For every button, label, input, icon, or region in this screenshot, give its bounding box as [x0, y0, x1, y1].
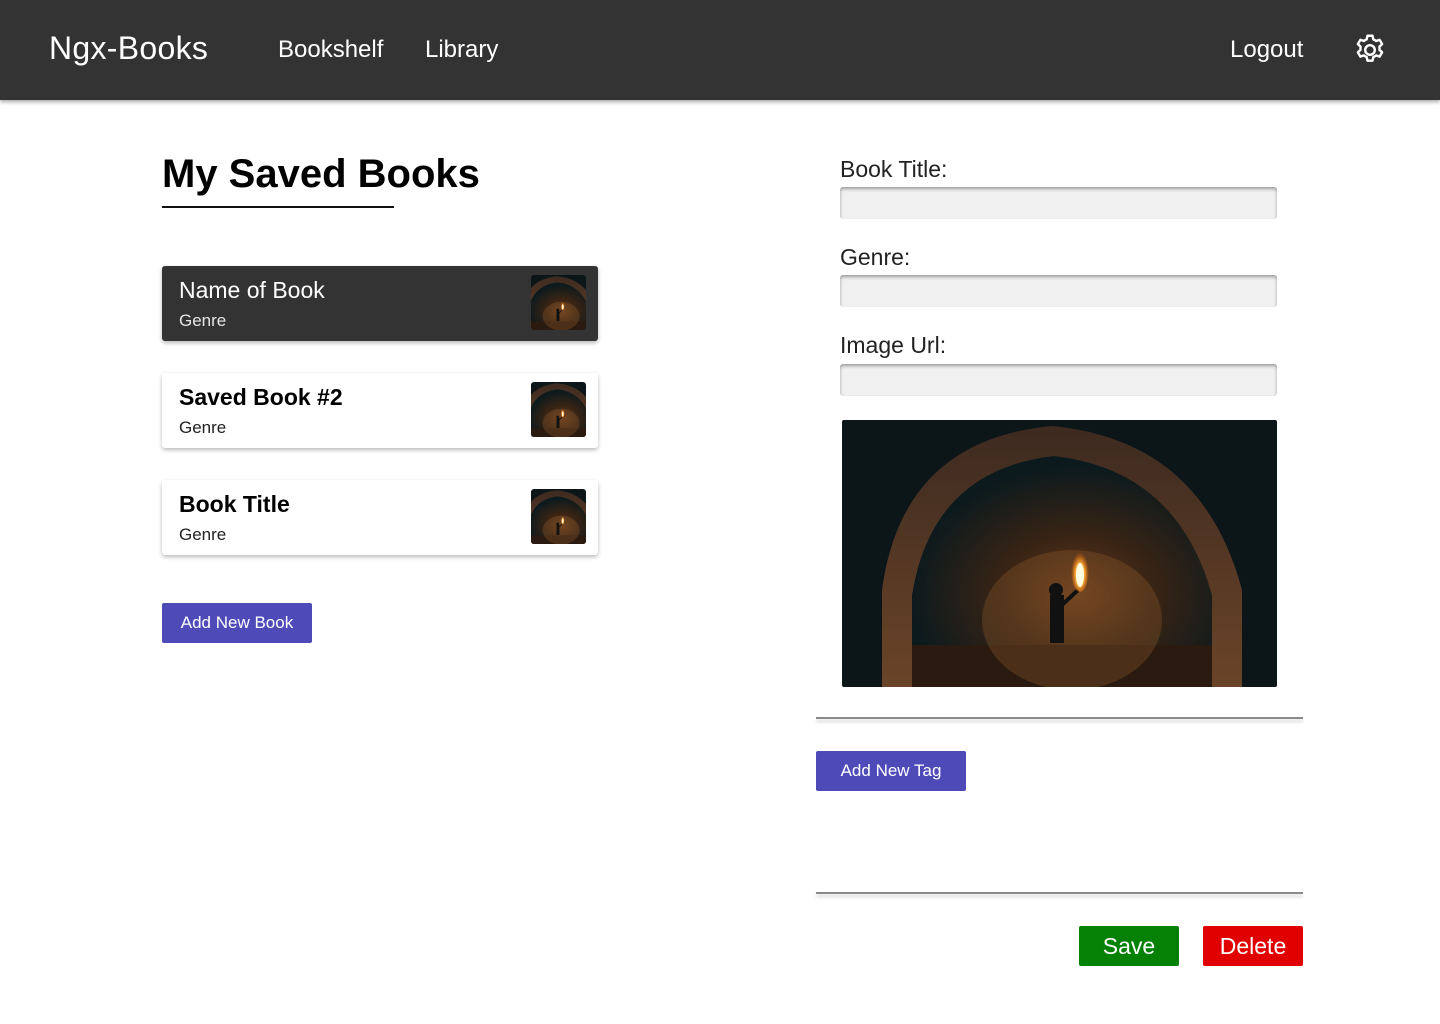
nav-link-bookshelf[interactable]: Bookshelf — [278, 36, 383, 64]
image-url-label: Image Url: — [840, 332, 947, 358]
book-name: Saved Book #2 — [179, 384, 343, 410]
book-thumbnail — [531, 275, 586, 330]
gear-icon[interactable] — [1352, 32, 1388, 68]
book-title-label: Book Title: — [840, 156, 948, 182]
book-name: Book Title — [179, 491, 290, 517]
book-genre: Genre — [179, 418, 227, 437]
nav-link-library[interactable]: Library — [425, 36, 498, 64]
save-button[interactable]: Save — [1079, 926, 1179, 966]
genre-input[interactable] — [840, 275, 1277, 307]
divider-bottom — [816, 892, 1303, 894]
title-underline — [162, 206, 394, 208]
book-card-1[interactable]: Name of Book Genre — [162, 266, 598, 341]
book-thumbnail — [531, 382, 586, 437]
app-brand[interactable]: Ngx-Books — [49, 30, 208, 67]
book-cover-preview — [842, 420, 1277, 687]
add-new-tag-button[interactable]: Add New Tag — [816, 751, 966, 791]
book-name: Name of Book — [179, 277, 325, 303]
book-card-2[interactable]: Saved Book #2 Genre — [162, 373, 598, 448]
nav-link-logout[interactable]: Logout — [1230, 36, 1303, 64]
book-title-input[interactable] — [840, 187, 1277, 219]
top-navbar: Ngx-Books Bookshelf Library Logout — [0, 0, 1440, 100]
divider-top — [816, 717, 1303, 719]
book-thumbnail — [531, 489, 586, 544]
book-genre: Genre — [179, 525, 227, 544]
add-new-book-button[interactable]: Add New Book — [162, 603, 312, 643]
delete-button[interactable]: Delete — [1203, 926, 1303, 966]
image-url-input[interactable] — [840, 364, 1277, 396]
book-card-3[interactable]: Book Title Genre — [162, 480, 598, 555]
genre-label: Genre: — [840, 244, 911, 270]
book-genre: Genre — [179, 311, 227, 330]
page-title: My Saved Books — [162, 152, 480, 196]
